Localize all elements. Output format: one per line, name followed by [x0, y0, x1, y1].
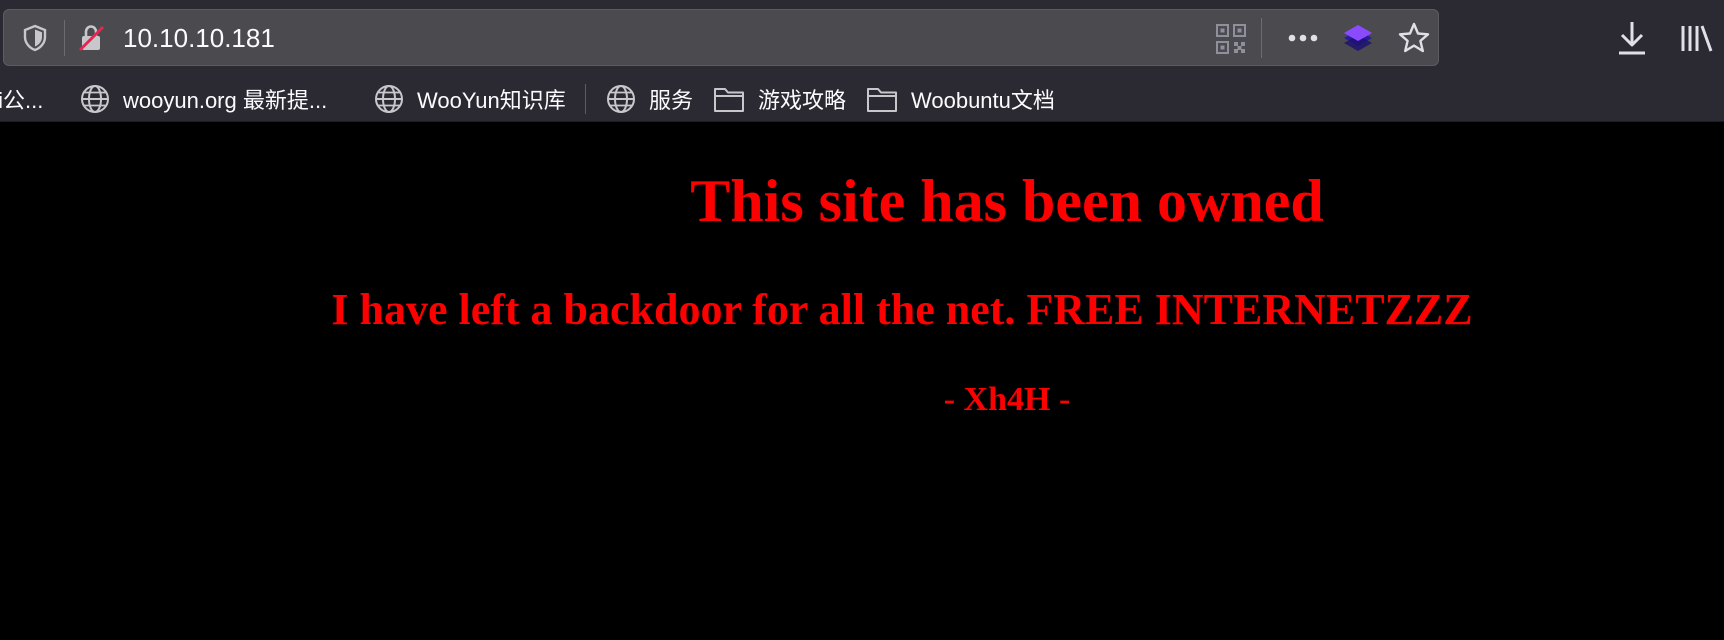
shield-icon[interactable] [22, 24, 48, 52]
bookmark-label: 服务 [649, 88, 694, 113]
page-title: This site has been owned [690, 168, 1324, 234]
globe-icon [607, 85, 635, 113]
bookmark-item[interactable]: fi公... [0, 76, 43, 122]
layers-extension-icon[interactable] [1341, 21, 1375, 55]
bookmark-label: wooyun.org 最新提... [123, 88, 328, 113]
library-icon[interactable] [1680, 23, 1714, 53]
bookmark-folder[interactable]: Woobuntu文档 [866, 76, 1055, 122]
download-icon[interactable] [1616, 20, 1648, 56]
globe-icon [375, 85, 403, 113]
bookmark-label: 游戏攻略 [758, 88, 847, 113]
globe-icon [81, 85, 109, 113]
bookmark-label: Woobuntu文档 [911, 88, 1055, 113]
address-bar-divider [1261, 18, 1262, 58]
address-bar-divider [64, 20, 65, 56]
web-page: This site has been owned I have left a b… [0, 122, 1724, 640]
bookmarks-separator [585, 84, 586, 114]
folder-icon [867, 88, 897, 112]
star-icon[interactable] [1397, 21, 1431, 55]
folder-icon [714, 88, 744, 112]
lock-slash-icon[interactable] [77, 24, 107, 52]
bookmark-label: fi公... [0, 88, 44, 113]
page-message: I have left a backdoor for all the net. … [331, 285, 1473, 334]
bookmark-folder[interactable]: 游戏攻略 [713, 76, 846, 122]
page-signature: - Xh4H - [943, 381, 1071, 418]
browser-toolbar: 10.10.10.181 [0, 0, 1724, 76]
bookmark-item[interactable]: 服务 [606, 76, 693, 122]
qr-code-icon[interactable] [1216, 24, 1246, 54]
more-icon[interactable] [1285, 25, 1321, 51]
bookmark-label: WooYun知识库 [417, 88, 566, 113]
bookmark-item[interactable]: wooyun.org 最新提... [80, 76, 327, 122]
bookmarks-bar: fi公... wooyun.org 最新提... WooYun知识库 服务 [0, 76, 1724, 122]
address-bar[interactable]: 10.10.10.181 [3, 9, 1439, 66]
bookmark-item[interactable]: WooYun知识库 [374, 76, 566, 122]
url-text[interactable]: 10.10.10.181 [123, 23, 275, 53]
